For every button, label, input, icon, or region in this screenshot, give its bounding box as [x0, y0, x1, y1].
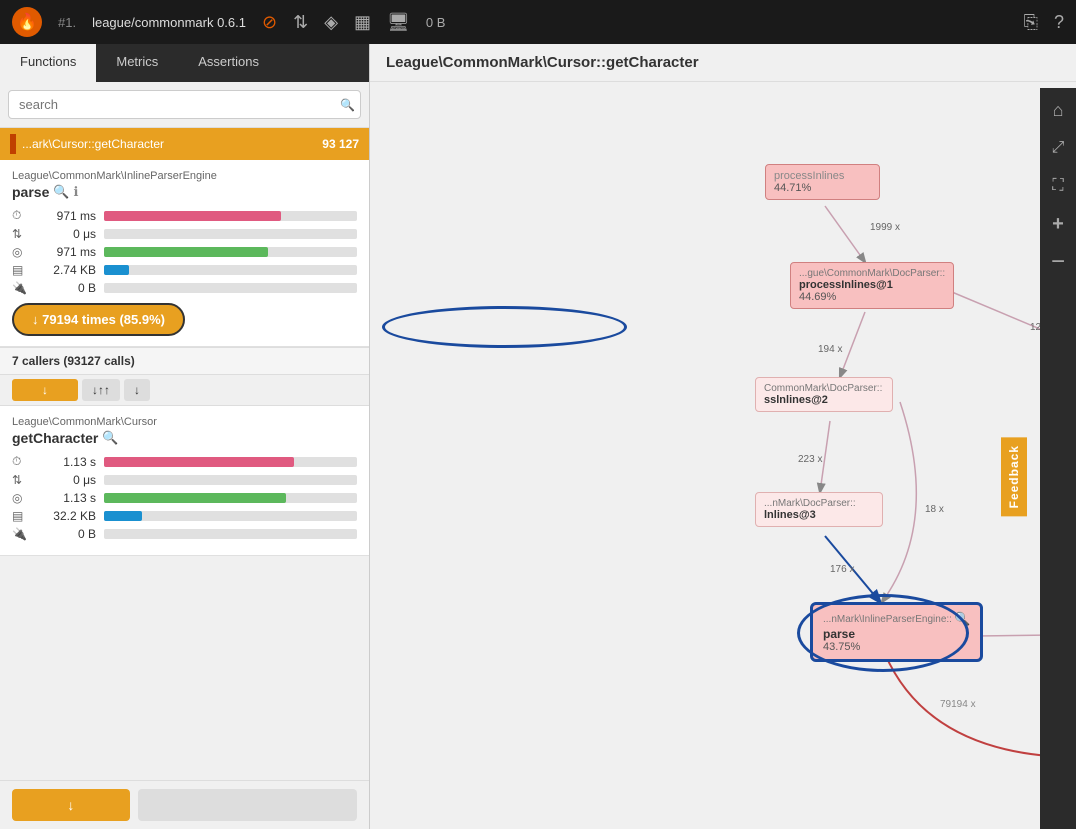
svg-text:176 x: 176 x [830, 564, 854, 575]
alert-icon[interactable]: ⊘ [262, 12, 277, 33]
help-icon[interactable]: ? [1054, 12, 1064, 33]
project-title: league/commonmark 0.6.1 [92, 15, 246, 30]
fn2-metric-4: ▤ 32.2 KB [12, 509, 357, 523]
fn2-name: getCharacter [12, 430, 98, 446]
node-inline-parser-parse[interactable]: ...nMark\InlineParserEngine:: 🔍 parse 43… [810, 602, 983, 662]
fn1-search-icon[interactable]: 🔍 [53, 184, 69, 200]
oval-highlight-1 [382, 306, 627, 348]
graph-area[interactable]: 1999 x 194 x 223 x 176 x 18 x 1277 x 731… [370, 82, 1040, 823]
feedback-tab[interactable]: Feedback [1001, 437, 1027, 516]
graph-title: League\CommonMark\Cursor::getCharacter [370, 44, 1076, 82]
metric2-value: 0 μs [38, 227, 96, 241]
metric4-icon: ▤ [12, 263, 30, 277]
fn2-metric-2: ⇅ 0 μs [12, 473, 357, 487]
metric3-icon: ◎ [12, 245, 30, 259]
fn2-metric-1: ⏱ 1.13 s [12, 454, 357, 469]
svg-text:194 x: 194 x [818, 344, 842, 355]
search-input[interactable] [8, 90, 361, 119]
fn1-namespace: League\CommonMark\InlineParserEngine [12, 170, 357, 182]
node-processInlines[interactable]: processInlines 44.71% [765, 164, 880, 200]
svg-text:18 x: 18 x [925, 504, 944, 515]
tab-metrics[interactable]: Metrics [96, 44, 178, 82]
layers-icon[interactable]: ◈ [324, 12, 338, 33]
fn-header-name: ...ark\Cursor::getCharacter [22, 137, 164, 151]
metric5-icon: 🔌 [12, 281, 30, 295]
right-panel: League\CommonMark\Cursor::getCharacter [370, 44, 1076, 829]
sort-primary-btn[interactable]: ↓ [12, 379, 78, 401]
metric5-value: 0 B [38, 281, 96, 295]
metric4-value: 2.74 KB [38, 263, 96, 277]
node-lnlines3[interactable]: ...nMark\DocParser:: lnlines@3 [755, 492, 883, 527]
fn1-metric-2: ⇅ 0 μs [12, 227, 357, 241]
graph-edges: 1999 x 194 x 223 x 176 x 18 x 1277 x 731… [370, 82, 1040, 823]
bottom-bar: ↓ [0, 780, 369, 829]
right-toolbar: ⌂ ⤢ ⛶ + − [1040, 88, 1076, 829]
svg-text:223 x: 223 x [798, 454, 822, 465]
fn1-info-icon[interactable]: ℹ [74, 184, 79, 200]
fn-header-bar [10, 134, 16, 154]
fn-header-count: 93 127 [322, 137, 359, 151]
arrows-icon[interactable]: ⇅ [293, 12, 308, 33]
sort-tertiary-btn[interactable]: ↓ [124, 379, 150, 401]
fn1-metric-5: 🔌 0 B [12, 281, 357, 295]
metric4-bar [104, 265, 357, 275]
current-function-header: ...ark\Cursor::getCharacter 93 127 [0, 128, 369, 160]
metric2-bar [104, 229, 357, 239]
tab-assertions[interactable]: Assertions [178, 44, 279, 82]
search-icon[interactable]: 🔍 [340, 98, 355, 112]
svg-text:79194 x: 79194 x [940, 699, 976, 710]
tab-bar: Functions Metrics Assertions [0, 44, 369, 82]
bottom-secondary-btn[interactable] [138, 789, 357, 821]
home-icon[interactable]: ⌂ [1044, 96, 1072, 124]
expand-icon[interactable]: ⤢ [1044, 134, 1072, 162]
bottom-primary-btn[interactable]: ↓ [12, 789, 130, 821]
fn1-metric-4: ▤ 2.74 KB [12, 263, 357, 277]
fn2-metric-3: ◎ 1.13 s [12, 491, 357, 505]
tab-functions[interactable]: Functions [0, 44, 96, 82]
metric5-bar [104, 283, 357, 293]
metric3-value: 971 ms [38, 245, 96, 259]
instance-label: #1. [58, 15, 76, 30]
share-icon[interactable]: ⎘ [1024, 12, 1038, 33]
monitor-icon[interactable]: 🖥 [387, 12, 410, 33]
callers-header: 7 callers (93127 calls) [0, 347, 369, 375]
node-processInlines1[interactable]: ...gue\CommonMark\DocParser:: processInl… [790, 262, 954, 309]
function-card-1: League\CommonMark\InlineParserEngine par… [0, 160, 369, 347]
fn1-name-row: parse 🔍 ℹ [12, 184, 357, 200]
grid-icon[interactable]: ▦ [354, 12, 371, 33]
fn1-metric-1: ⏱ 971 ms [12, 208, 357, 223]
svg-text:1999 x: 1999 x [870, 222, 900, 233]
fn1-metric-3: ◎ 971 ms [12, 245, 357, 259]
fn2-metric-5: 🔌 0 B [12, 527, 357, 541]
logo: 🔥 [12, 7, 42, 37]
memory-label: 0 B [426, 15, 446, 30]
left-panel: Functions Metrics Assertions 🔍 ...ark\Cu… [0, 44, 370, 829]
node-sslnlines2[interactable]: CommonMark\DocParser:: sslnlines@2 [755, 377, 893, 412]
metric2-icon: ⇅ [12, 227, 30, 241]
fn2-namespace: League\CommonMark\Cursor [12, 416, 357, 428]
sort-secondary-btn[interactable]: ↓↑↑ [82, 379, 120, 401]
function-card-2: League\CommonMark\Cursor getCharacter 🔍 … [0, 406, 369, 556]
sort-bar: ↓ ↓↑↑ ↓ [0, 375, 369, 406]
main-layout: Functions Metrics Assertions 🔍 ...ark\Cu… [0, 44, 1076, 829]
fn2-search-icon[interactable]: 🔍 [102, 430, 118, 446]
svg-text:1277 x: 1277 x [1030, 322, 1040, 333]
zoom-out-icon[interactable]: − [1044, 248, 1072, 276]
fit-icon[interactable]: ⛶ [1044, 172, 1072, 200]
calls-badge[interactable]: ↓ 79194 times (85.9%) [12, 303, 185, 336]
metric1-bar [104, 211, 357, 221]
metric3-bar [104, 247, 357, 257]
fn2-name-row: getCharacter 🔍 [12, 430, 357, 446]
fn1-name: parse [12, 184, 49, 200]
zoom-in-icon[interactable]: + [1044, 210, 1072, 238]
metric1-icon: ⏱ [12, 208, 30, 223]
search-bar: 🔍 [0, 82, 369, 128]
metric1-value: 971 ms [38, 209, 96, 223]
topbar: 🔥 #1. league/commonmark 0.6.1 ⊘ ⇅ ◈ ▦ 🖥 … [0, 0, 1076, 44]
